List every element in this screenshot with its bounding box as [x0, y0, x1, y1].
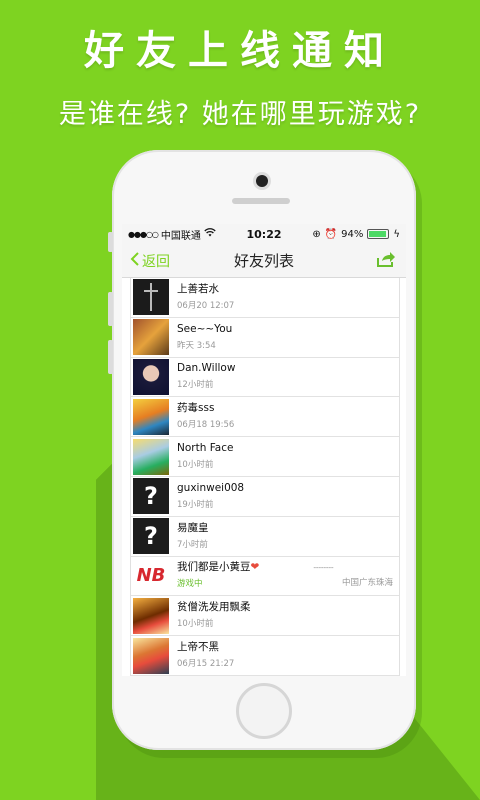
friend-name: 药毒sss: [177, 401, 399, 416]
avatar: [133, 597, 169, 634]
friend-row[interactable]: NB 我们都是小黄豆❤ 游戏中 中国广东珠海 ˉˉˉˉˉˉˉˉ: [131, 557, 399, 597]
friend-name: See~~You: [177, 322, 399, 337]
phone-volume-up: [108, 292, 113, 326]
friend-row[interactable]: 上善若水 06月20 12:07: [131, 278, 399, 318]
friend-name: 贫僧洗发用飘柔: [177, 600, 399, 615]
friend-name: North Face: [177, 441, 399, 456]
friend-name: 易魔皇: [177, 521, 399, 536]
phone-speaker: [232, 198, 290, 204]
friend-last-seen: 昨天 3:54: [177, 340, 216, 351]
friend-location: 中国广东珠海: [341, 578, 393, 589]
friend-row[interactable]: ? 易魔皇 7小时前: [131, 517, 399, 557]
friend-info: 易魔皇 7小时前: [177, 521, 399, 552]
friend-row[interactable]: North Face 10小时前: [131, 437, 399, 477]
avatar: [133, 319, 169, 356]
friend-name-text: 上帝不黑: [177, 641, 219, 654]
friend-info: Dan.Willow 12小时前: [177, 361, 399, 392]
battery-icon: [367, 229, 390, 239]
phone-camera: [256, 175, 268, 187]
chevron-left-icon: [130, 251, 140, 270]
app-screen: ●●●○○ 中国联通 10:22 ⊕ ⏰ 94% ϟ 返回 好友列表 上善若水 …: [122, 224, 406, 676]
friend-name: 上帝不黑: [177, 640, 399, 655]
friend-name: 我们都是小黄豆❤: [177, 560, 399, 575]
friend-last-seen: 12小时前: [177, 380, 214, 391]
status-time: 10:22: [246, 227, 282, 241]
friend-info: 上善若水 06月20 12:07: [177, 282, 399, 313]
friend-last-seen: 7小时前: [177, 539, 208, 550]
friend-last-seen: 06月18 19:56: [177, 420, 235, 431]
friend-name-text: Dan.Willow: [177, 362, 236, 375]
friend-name: 上善若水: [177, 282, 399, 297]
friend-info: 贫僧洗发用飘柔 10小时前: [177, 600, 399, 631]
friend-name: guxinwei008: [177, 481, 399, 496]
friend-info: guxinwei008 19小时前: [177, 481, 399, 512]
phone-home-button[interactable]: [236, 683, 292, 739]
avatar: [133, 358, 169, 395]
avatar: [133, 398, 169, 435]
friend-last-seen: 06月15 21:27: [177, 659, 235, 670]
friend-name-text: 上善若水: [177, 282, 219, 295]
share-button[interactable]: [374, 249, 398, 273]
friend-name: Dan.Willow: [177, 361, 399, 376]
friend-info: North Face 10小时前: [177, 441, 399, 472]
friend-row[interactable]: See~~You 昨天 3:54: [131, 318, 399, 358]
friend-last-seen: 19小时前: [177, 499, 214, 510]
friend-name-text: 贫僧洗发用飘柔: [177, 601, 251, 614]
signal-marks: ˉˉˉˉˉˉˉˉ: [313, 566, 334, 575]
share-icon: [376, 250, 396, 272]
avatar: [133, 279, 169, 316]
avatar-placeholder: ?: [133, 518, 169, 555]
friend-row[interactable]: 贫僧洗发用飘柔 10小时前: [131, 596, 399, 637]
friend-name-text: North Face: [177, 442, 234, 455]
friend-info: See~~You 昨天 3:54: [177, 322, 399, 353]
friend-name-text: 易魔皇: [177, 521, 209, 534]
friend-row[interactable]: Dan.Willow 12小时前: [131, 358, 399, 398]
friend-name-text: 我们都是小黄豆: [177, 561, 251, 574]
friend-info: 上帝不黑 06月15 21:27: [177, 640, 399, 671]
friend-name-text: See~~You: [177, 322, 233, 335]
heart-icon: ❤: [250, 561, 260, 574]
back-button[interactable]: 返回: [130, 251, 170, 271]
status-bar: ●●●○○ 中国联通 10:22 ⊕ ⏰ 94% ϟ: [122, 224, 406, 244]
phone-volume-down: [108, 340, 113, 374]
promo-headline: 好友上线通知: [84, 28, 396, 74]
friend-row[interactable]: 药毒sss 06月18 19:56: [131, 397, 399, 438]
friend-last-seen: 06月20 12:07: [177, 300, 235, 311]
avatar-logo: NB: [133, 557, 169, 594]
friend-name-text: 药毒sss: [177, 402, 215, 415]
back-label: 返回: [142, 253, 170, 270]
battery-fill: [369, 231, 387, 237]
avatar: [133, 637, 169, 674]
friend-row[interactable]: 上帝不黑 06月15 21:27: [131, 636, 399, 676]
friend-name-text: guxinwei008: [177, 481, 245, 494]
friend-row[interactable]: ? guxinwei008 19小时前: [131, 477, 399, 517]
phone-mute-switch: [108, 232, 113, 252]
avatar: [133, 438, 169, 475]
friend-last-seen: 10小时前: [177, 460, 214, 471]
nav-bar: 返回 好友列表: [122, 244, 406, 278]
friend-info: 药毒sss 06月18 19:56: [177, 401, 399, 432]
friend-list: 上善若水 06月20 12:07 See~~You 昨天 3:54 Dan.Willow…: [130, 278, 400, 676]
avatar-placeholder: ?: [133, 478, 169, 515]
friend-last-seen: 10小时前: [177, 619, 214, 630]
promo-subline: 是谁在线? 她在哪里玩游戏?: [58, 99, 422, 130]
